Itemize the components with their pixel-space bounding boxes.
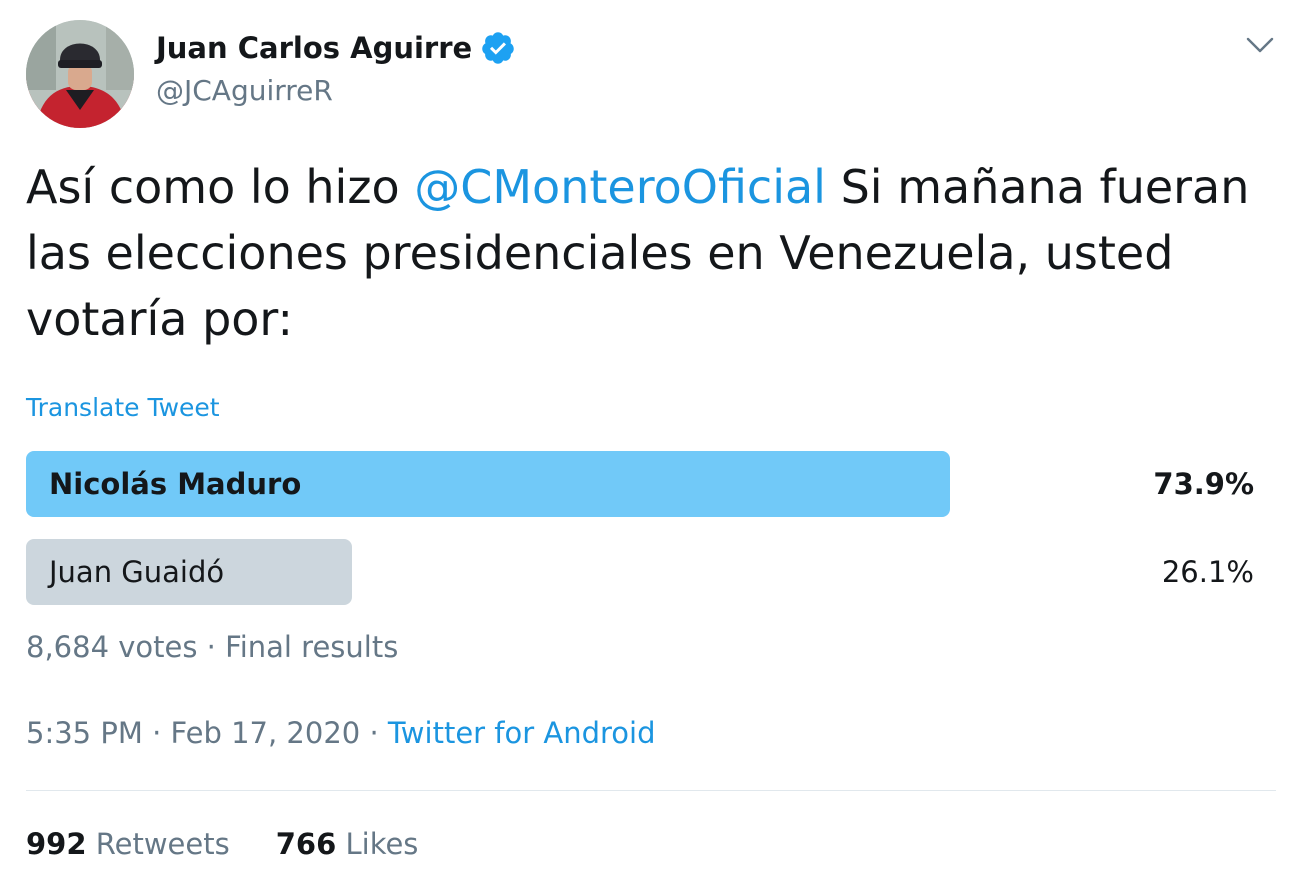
timestamp-row: 5:35 PM · Feb 17, 2020 · Twitter for And… — [26, 716, 656, 750]
translate-tweet-link[interactable]: Translate Tweet — [26, 393, 220, 422]
tweet-date[interactable]: Feb 17, 2020 — [171, 716, 361, 750]
poll-option-row: Juan Guaidó 26.1% — [26, 539, 1254, 605]
author-name-row[interactable]: Juan Carlos Aguirre — [156, 30, 516, 66]
poll-option-percent: 26.1% — [1161, 555, 1254, 589]
divider — [26, 790, 1276, 791]
tweet-text-before: Así como lo hizo — [26, 160, 415, 214]
poll-vote-count: 8,684 votes — [26, 630, 198, 664]
likes-stat[interactable]: 766 Likes — [276, 827, 419, 861]
timestamp-separator: · — [142, 716, 171, 750]
poll-meta: 8,684 votes · Final results — [26, 630, 398, 664]
poll-meta-separator: · — [197, 630, 226, 664]
chevron-down-icon[interactable] — [1243, 30, 1277, 60]
tweet-text: Así como lo hizo @CMonteroOficial Si mañ… — [26, 154, 1281, 352]
verified-badge-icon — [482, 32, 514, 64]
poll-option-label: Nicolás Maduro — [49, 467, 302, 501]
retweets-label: Retweets — [86, 827, 230, 861]
poll-status: Final results — [225, 630, 399, 664]
avatar-photo — [26, 20, 134, 128]
likes-label: Likes — [336, 827, 419, 861]
author-display-name[interactable]: Juan Carlos Aguirre — [156, 31, 472, 65]
source-link[interactable]: Twitter for Android — [388, 716, 656, 750]
poll-option-percent: 73.9% — [1153, 467, 1254, 501]
avatar[interactable] — [26, 20, 134, 128]
source-separator: · — [360, 716, 388, 750]
poll-option-label: Juan Guaidó — [49, 555, 225, 589]
poll-option-row: Nicolás Maduro 73.9% — [26, 451, 1254, 517]
engagement-stats: 992 Retweets 766 Likes — [26, 827, 418, 861]
author-handle[interactable]: @JCAguirreR — [156, 74, 333, 107]
tweet-time[interactable]: 5:35 PM — [26, 716, 143, 750]
retweets-count: 992 — [26, 827, 87, 861]
mention-link[interactable]: @CMonteroOficial — [414, 160, 826, 214]
retweets-stat[interactable]: 992 Retweets — [26, 827, 230, 861]
likes-count: 766 — [275, 827, 337, 861]
